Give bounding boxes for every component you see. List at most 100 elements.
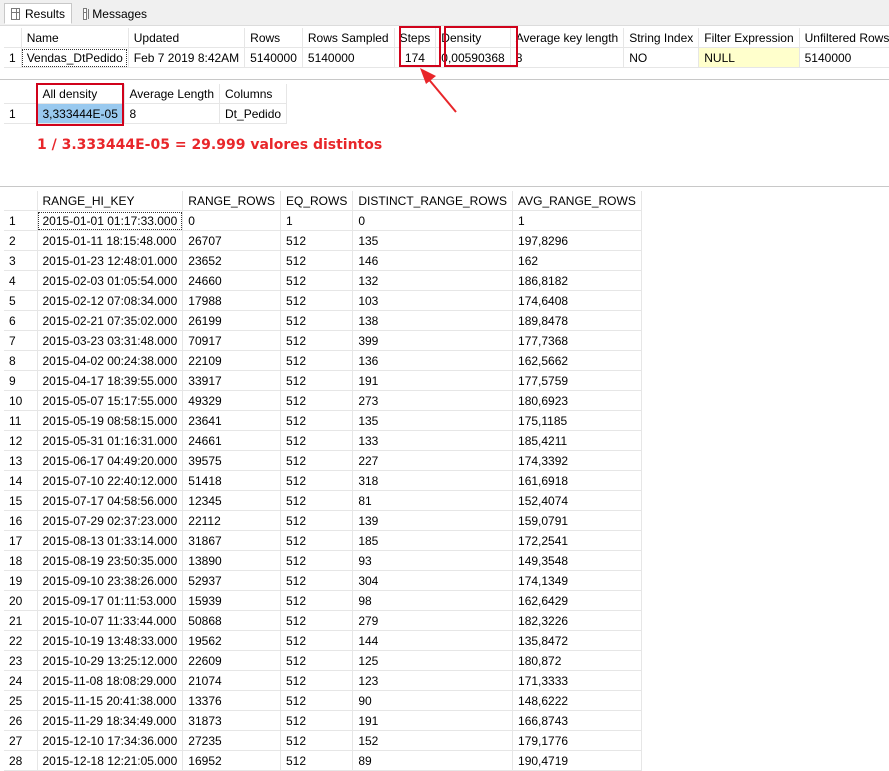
table-cell[interactable]: 16952	[182, 750, 281, 771]
table-cell[interactable]: 33917	[182, 370, 281, 391]
table-cell[interactable]: 2015-07-10 22:40:12.000	[37, 470, 184, 491]
table-cell[interactable]: 19562	[182, 630, 281, 651]
table-cell[interactable]: 2015-04-02 00:24:38.000	[37, 350, 184, 371]
table-cell[interactable]: 22112	[182, 510, 281, 531]
row-number[interactable]: 15	[4, 490, 38, 511]
table-cell[interactable]: 2015-07-17 04:58:56.000	[37, 490, 184, 511]
table-cell[interactable]: 273	[352, 390, 514, 411]
table-cell[interactable]: 26707	[182, 230, 281, 251]
table-cell[interactable]: 189,8478	[512, 310, 642, 331]
table-cell[interactable]: 2015-11-15 20:41:38.000	[37, 690, 184, 711]
table-cell[interactable]: 12345	[182, 490, 281, 511]
table-cell[interactable]: 135	[352, 410, 514, 431]
table-cell[interactable]: 279	[352, 610, 514, 631]
table-cell[interactable]: 1	[280, 210, 354, 231]
table-cell[interactable]: 2015-07-29 02:37:23.000	[37, 510, 184, 531]
table-cell[interactable]: 136	[352, 350, 514, 371]
column-header[interactable]: AVG_RANGE_ROWS	[512, 191, 642, 211]
table-cell[interactable]: 512	[280, 690, 354, 711]
row-number[interactable]: 18	[4, 550, 38, 571]
table-cell[interactable]: 132	[352, 270, 514, 291]
table-cell[interactable]: 512	[280, 270, 354, 291]
table-cell[interactable]: 2015-09-10 23:38:26.000	[37, 570, 184, 591]
row-number[interactable]: 16	[4, 510, 38, 531]
table-cell[interactable]: 123	[352, 670, 514, 691]
table-cell[interactable]: 174,1349	[512, 570, 642, 591]
table-cell[interactable]: 2015-09-17 01:11:53.000	[37, 590, 184, 611]
table-cell[interactable]: 27235	[182, 730, 281, 751]
table-cell[interactable]: 2015-10-29 13:25:12.000	[37, 650, 184, 671]
table-cell[interactable]: 2015-02-03 01:05:54.000	[37, 270, 184, 291]
table-cell[interactable]: 159,0791	[512, 510, 642, 531]
table-cell[interactable]: 50868	[182, 610, 281, 631]
row-number[interactable]: 24	[4, 670, 38, 691]
table-cell[interactable]: 135,8472	[512, 630, 642, 651]
table-cell[interactable]: 15939	[182, 590, 281, 611]
table-cell[interactable]: 174,6408	[512, 290, 642, 311]
table-cell[interactable]: 24661	[182, 430, 281, 451]
table-cell[interactable]: 399	[352, 330, 514, 351]
table-cell[interactable]: 2015-08-13 01:33:14.000	[37, 530, 184, 551]
table-cell[interactable]: 186,8182	[512, 270, 642, 291]
table-cell[interactable]: 512	[280, 510, 354, 531]
table-cell[interactable]: 2015-03-23 03:31:48.000	[37, 330, 184, 351]
table-cell[interactable]: 512	[280, 470, 354, 491]
column-header[interactable]: RANGE_ROWS	[182, 191, 281, 211]
table-cell[interactable]: 2015-06-17 04:49:20.000	[37, 450, 184, 471]
table-cell[interactable]: 2015-05-19 08:58:15.000	[37, 410, 184, 431]
table-cell[interactable]: 152,4074	[512, 490, 642, 511]
table-cell[interactable]: 0	[182, 210, 281, 231]
table-cell[interactable]: 148,6222	[512, 690, 642, 711]
table-cell[interactable]: 177,7368	[512, 330, 642, 351]
table-cell[interactable]: 31873	[182, 710, 281, 731]
table-cell[interactable]: 512	[280, 230, 354, 251]
table-cell[interactable]: 191	[352, 710, 514, 731]
column-header[interactable]: EQ_ROWS	[280, 191, 354, 211]
table-cell[interactable]: 166,8743	[512, 710, 642, 731]
table-cell[interactable]: 135	[352, 230, 514, 251]
row-number[interactable]: 22	[4, 630, 38, 651]
row-number[interactable]: 21	[4, 610, 38, 631]
table-cell[interactable]: 24660	[182, 270, 281, 291]
table-cell[interactable]: 26199	[182, 310, 281, 331]
table-cell[interactable]: 49329	[182, 390, 281, 411]
table-cell[interactable]: 171,3333	[512, 670, 642, 691]
table-cell[interactable]: 182,3226	[512, 610, 642, 631]
table-cell[interactable]: 139	[352, 510, 514, 531]
table-cell[interactable]: 2015-02-21 07:35:02.000	[37, 310, 184, 331]
table-cell[interactable]: 512	[280, 350, 354, 371]
table-cell[interactable]: 138	[352, 310, 514, 331]
row-number[interactable]: 7	[4, 330, 38, 351]
row-number[interactable]: 26	[4, 710, 38, 731]
table-cell[interactable]: 21074	[182, 670, 281, 691]
table-cell[interactable]: 103	[352, 290, 514, 311]
table-cell[interactable]: 2015-02-12 07:08:34.000	[37, 290, 184, 311]
table-cell[interactable]: 512	[280, 310, 354, 331]
row-number[interactable]: 4	[4, 270, 38, 291]
table-cell[interactable]: 98	[352, 590, 514, 611]
table-cell[interactable]: 512	[280, 730, 354, 751]
table-cell[interactable]: 227	[352, 450, 514, 471]
row-number[interactable]: 9	[4, 370, 38, 391]
table-cell[interactable]: 13376	[182, 690, 281, 711]
table-cell[interactable]: 152	[352, 730, 514, 751]
table-cell[interactable]: 52937	[182, 570, 281, 591]
table-cell[interactable]: 162	[512, 250, 642, 271]
table-cell[interactable]: 512	[280, 290, 354, 311]
row-number[interactable]: 20	[4, 590, 38, 611]
table-cell[interactable]: 512	[280, 330, 354, 351]
row-number[interactable]: 11	[4, 410, 38, 431]
table-cell[interactable]: 512	[280, 430, 354, 451]
table-cell[interactable]: 133	[352, 430, 514, 451]
table-cell[interactable]: 512	[280, 410, 354, 431]
table-cell[interactable]: 197,8296	[512, 230, 642, 251]
row-number[interactable]: 10	[4, 390, 38, 411]
table-cell[interactable]: 144	[352, 630, 514, 651]
table-cell[interactable]: 512	[280, 610, 354, 631]
table-cell[interactable]: 0	[352, 210, 514, 231]
table-cell[interactable]: 179,1776	[512, 730, 642, 751]
table-cell[interactable]: 512	[280, 450, 354, 471]
table-cell[interactable]: 93	[352, 550, 514, 571]
table-cell[interactable]: 90	[352, 690, 514, 711]
table-cell[interactable]: 23652	[182, 250, 281, 271]
